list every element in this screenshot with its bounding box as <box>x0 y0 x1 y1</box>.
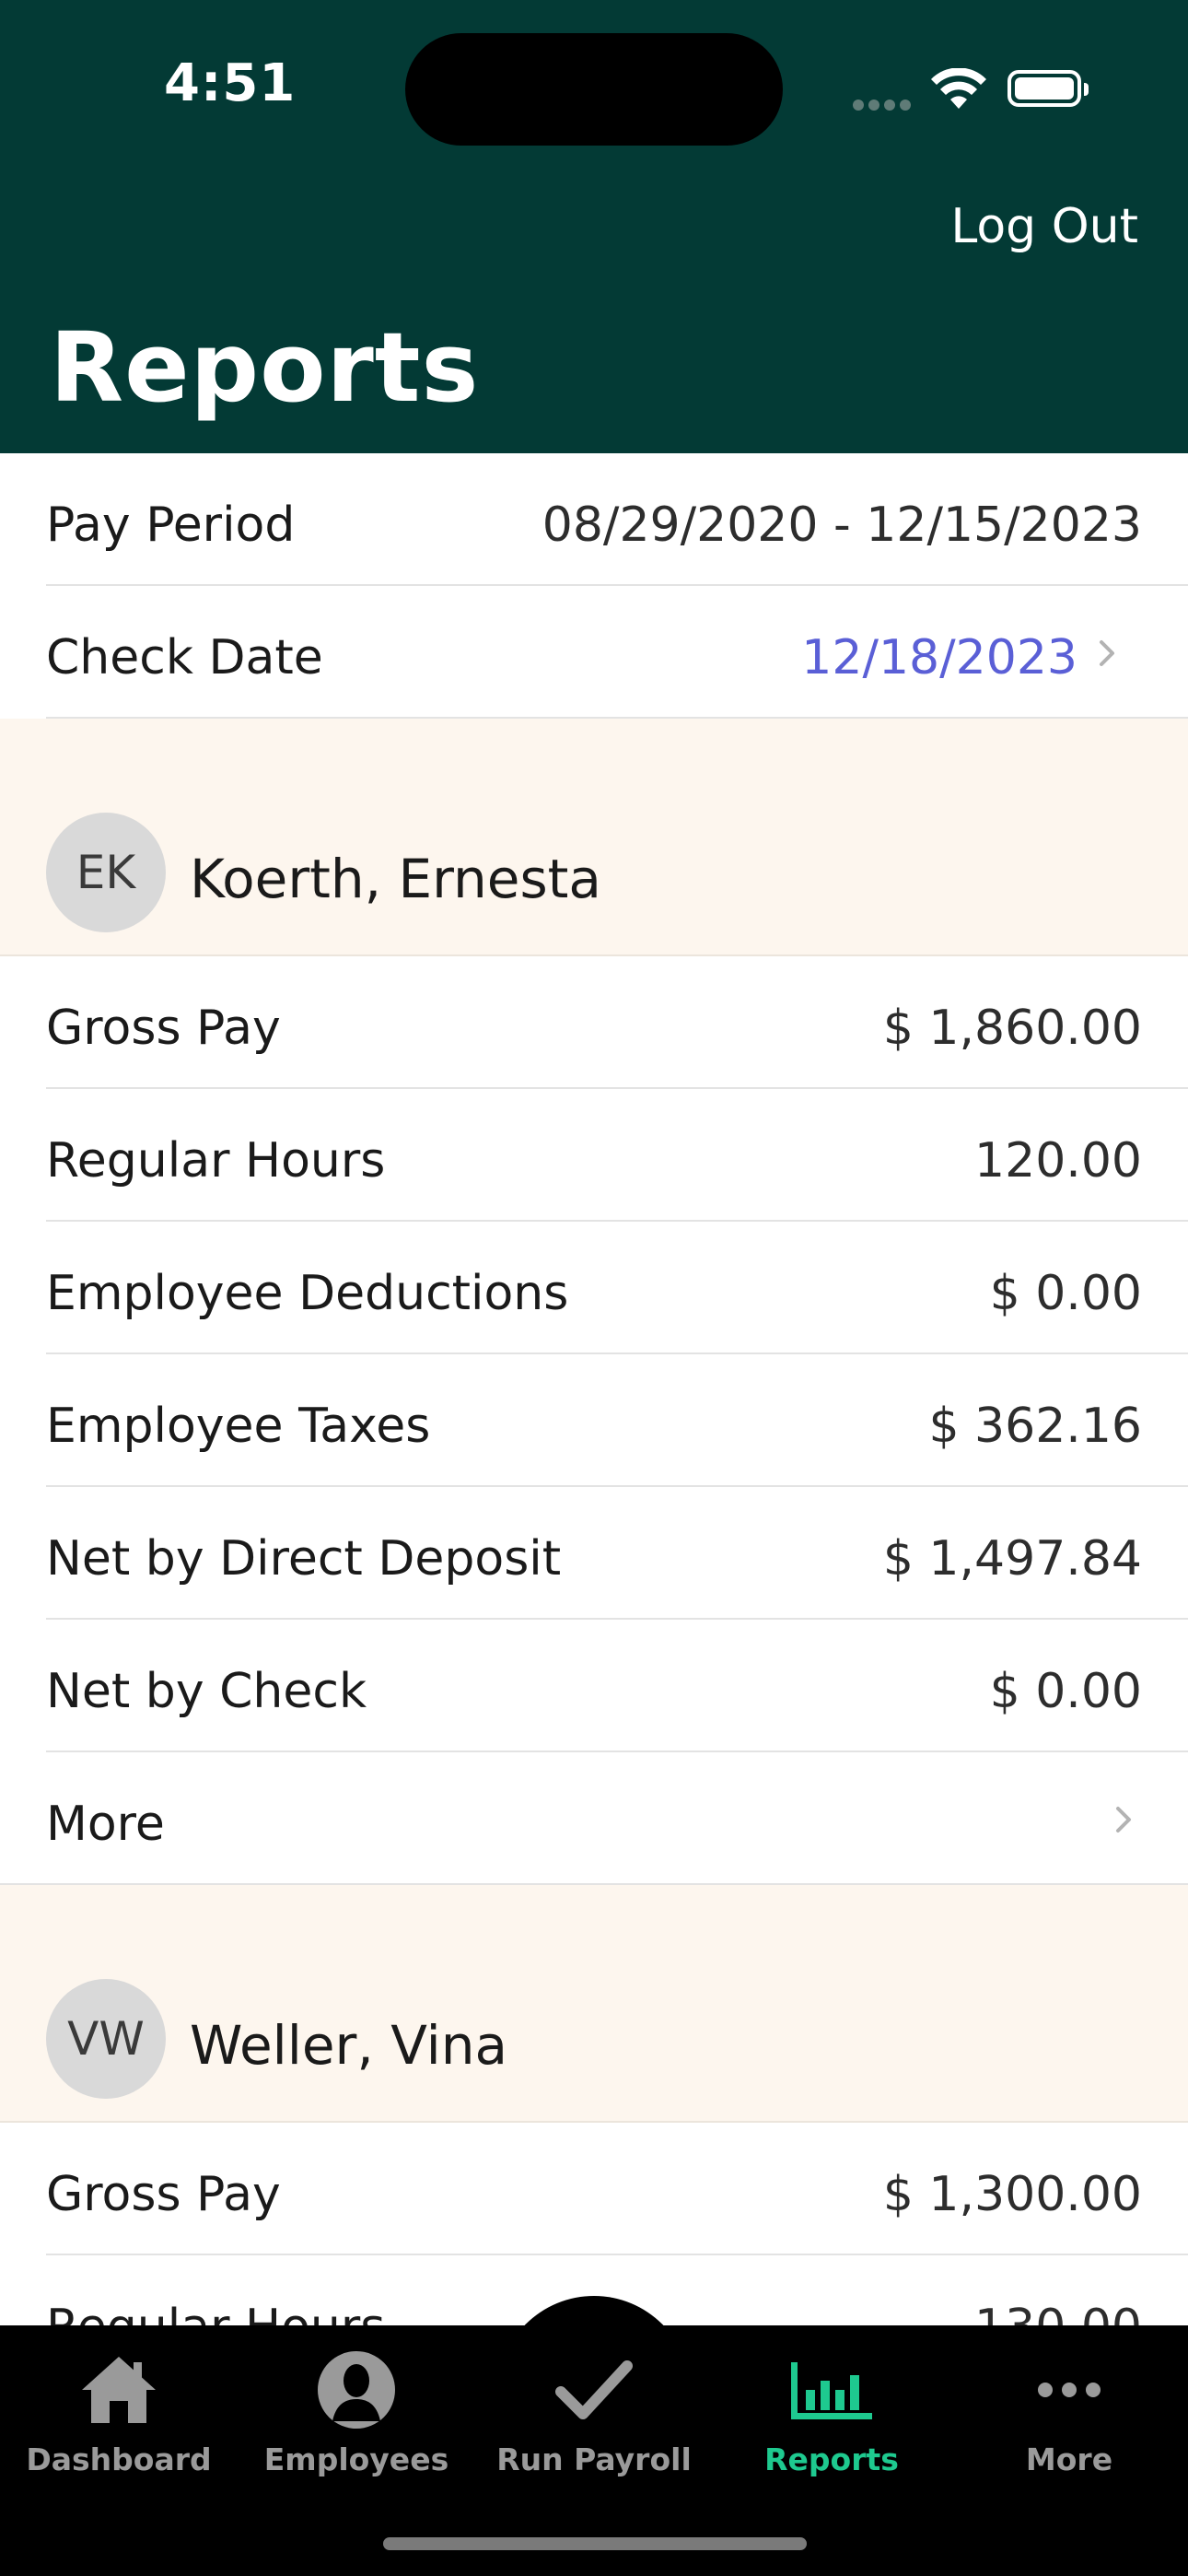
row-label: Net by Check <box>46 1664 367 1719</box>
tab-label: More <box>1025 2441 1113 2477</box>
row-label: Employee Deductions <box>46 1266 569 1321</box>
employee-header: VW Weller, Vina <box>0 1885 1188 2123</box>
logout-button[interactable]: Log Out <box>950 199 1138 254</box>
person-icon <box>318 2351 395 2429</box>
cellular-signal-icon <box>853 97 915 114</box>
tab-label: Dashboard <box>26 2441 212 2477</box>
avatar: VW <box>46 1979 166 2099</box>
pay-period-label: Pay Period <box>46 498 296 553</box>
avatar: EK <box>46 813 166 932</box>
row-value: $ 0.00 <box>989 1664 1142 1719</box>
report-row: Regular Hours 120.00 <box>0 1089 1188 1222</box>
status-time: 4:51 <box>164 53 297 113</box>
battery-icon <box>1007 70 1089 107</box>
report-row: Gross Pay $ 1,300.00 <box>0 2123 1188 2255</box>
tab-reports[interactable]: Reports <box>713 2325 950 2482</box>
header: 4:51 Log Out Reports <box>0 0 1188 453</box>
tab-more[interactable]: More <box>950 2325 1188 2482</box>
check-date-row[interactable]: Check Date 12/18/2023 <box>0 586 1188 719</box>
row-label: Net by Direct Deposit <box>46 1531 562 1587</box>
check-date-value[interactable]: 12/18/2023 <box>801 630 1077 685</box>
tab-label: Reports <box>764 2441 899 2477</box>
row-value: $ 0.00 <box>989 1266 1142 1321</box>
row-value: $ 1,300.00 <box>882 2167 1142 2222</box>
report-row: Net by Direct Deposit $ 1,497.84 <box>0 1487 1188 1620</box>
report-row: Gross Pay $ 1,860.00 <box>0 956 1188 1089</box>
row-value: $ 1,860.00 <box>882 1001 1142 1056</box>
tab-label: Employees <box>263 2441 449 2477</box>
tab-label: Run Payroll <box>496 2441 692 2477</box>
tab-employees[interactable]: Employees <box>238 2325 475 2482</box>
row-label: Gross Pay <box>46 2167 281 2222</box>
row-label: Regular Hours <box>46 1133 386 1188</box>
row-value: 120.00 <box>974 1133 1142 1188</box>
employee-name: Koerth, Ernesta <box>190 848 601 910</box>
row-value: $ 1,497.84 <box>882 1531 1142 1587</box>
row-label: Employee Taxes <box>46 1399 431 1454</box>
more-label: More <box>46 1797 165 1852</box>
chevron-right-icon <box>1116 1807 1131 1832</box>
dynamic-island <box>405 33 783 146</box>
more-row[interactable]: More <box>0 1752 1188 1885</box>
employee-name: Weller, Vina <box>190 2014 508 2077</box>
report-row: Employee Taxes $ 362.16 <box>0 1354 1188 1487</box>
pay-period-value: 08/29/2020 - 12/15/2023 <box>542 498 1142 553</box>
row-value: $ 362.16 <box>928 1399 1142 1454</box>
checkmark-icon <box>555 2360 633 2419</box>
wifi-icon <box>931 68 986 109</box>
employee-header: EK Koerth, Ernesta <box>0 719 1188 956</box>
page-title: Reports <box>50 311 480 424</box>
ellipsis-icon <box>1038 2383 1101 2397</box>
bar-chart-icon <box>791 2362 872 2419</box>
check-date-label: Check Date <box>46 630 323 685</box>
pay-period-row: Pay Period 08/29/2020 - 12/15/2023 <box>0 453 1188 586</box>
house-icon <box>82 2357 156 2423</box>
home-indicator[interactable] <box>383 2537 807 2550</box>
tab-run-payroll[interactable]: Run Payroll <box>475 2325 713 2482</box>
tab-dashboard[interactable]: Dashboard <box>0 2325 238 2482</box>
report-row: Employee Deductions $ 0.00 <box>0 1222 1188 1354</box>
chevron-right-icon <box>1100 640 1114 666</box>
row-label: Gross Pay <box>46 1001 281 1056</box>
report-row: Net by Check $ 0.00 <box>0 1620 1188 1752</box>
